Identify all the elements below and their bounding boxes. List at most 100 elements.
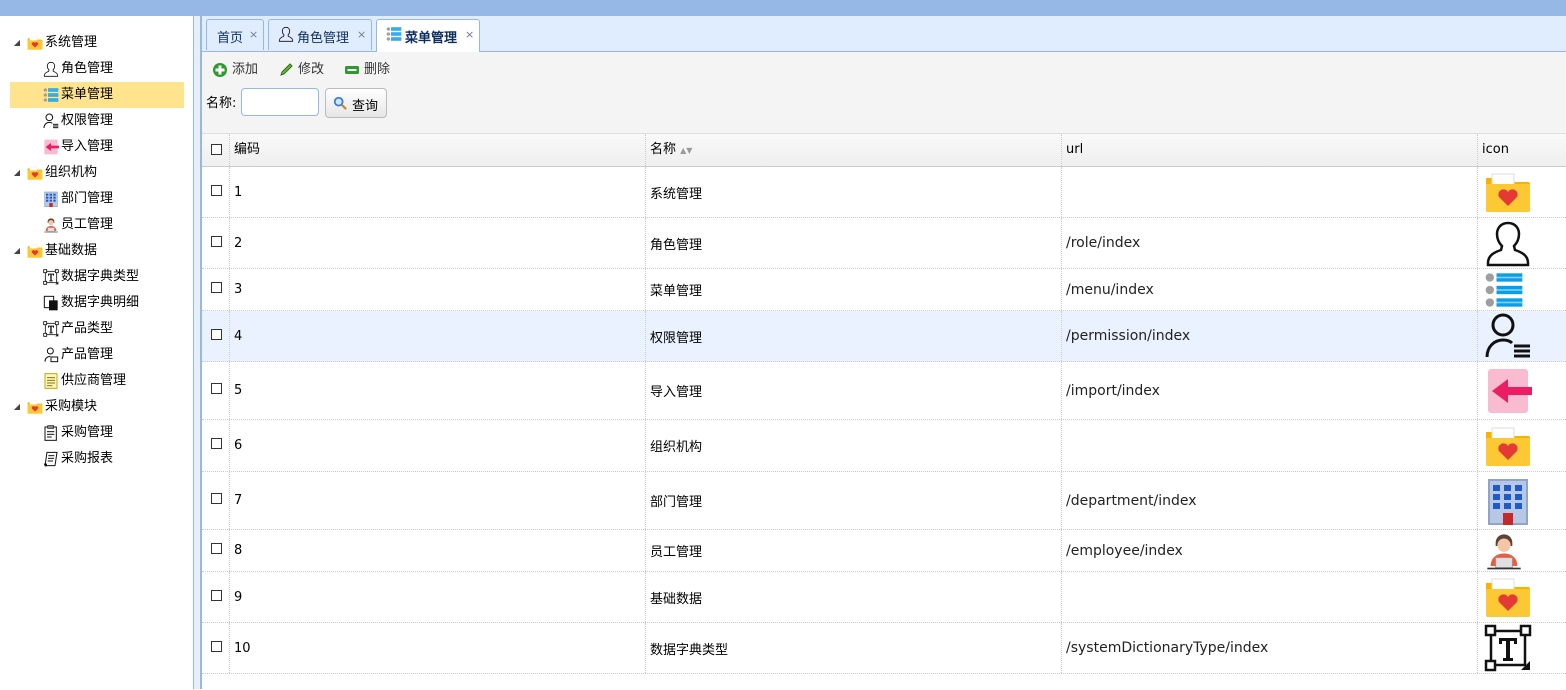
header-code[interactable]: 编码 <box>230 134 646 166</box>
sort-icon: ▲▼ <box>680 146 693 155</box>
row-checkbox[interactable] <box>211 543 222 554</box>
select-all-checkbox[interactable] <box>211 144 222 155</box>
row-checkbox-cell <box>202 420 230 471</box>
cell-name-text: 基础数据 <box>650 591 703 607</box>
cell-code: 9 <box>230 572 646 622</box>
table-row[interactable]: 4 权限管理/permission/index <box>202 311 1566 362</box>
tree-leaf-node[interactable]: 数据字典明细 <box>0 290 193 316</box>
tab-close-icon[interactable]: × <box>249 28 258 41</box>
tree-node-label: 导入管理 <box>61 139 114 154</box>
tree-node-label: 采购模块 <box>45 399 98 414</box>
expand-toggle-icon[interactable]: ◢ <box>12 394 22 420</box>
cell-code-text: 5 <box>234 383 243 398</box>
header-icon[interactable]: icon <box>1478 134 1566 166</box>
expand-toggle-icon[interactable]: ◢ <box>12 238 22 264</box>
product-user-icon <box>43 347 59 363</box>
cell-icon <box>1478 218 1566 268</box>
add-button[interactable]: 添加 <box>212 60 274 80</box>
tree-group-node[interactable]: ◢ 组织机构 <box>0 160 193 186</box>
tree-leaf-node[interactable]: 供应商管理 <box>0 368 193 394</box>
row-checkbox[interactable] <box>211 438 222 449</box>
tab-home[interactable]: 首页 × <box>206 19 264 50</box>
tab-close-icon[interactable]: × <box>357 28 366 41</box>
add-icon <box>212 62 228 78</box>
building-icon <box>1484 477 1532 525</box>
tree-group-node[interactable]: ◢ 采购模块 <box>0 394 193 420</box>
tree-node-label: 系统管理 <box>45 35 98 50</box>
cell-url: /menu/index <box>1062 269 1478 310</box>
row-checkbox[interactable] <box>211 282 222 293</box>
tab-role-management[interactable]: 角色管理 × <box>268 19 372 50</box>
expand-toggle-icon[interactable]: ◢ <box>12 30 22 56</box>
row-checkbox[interactable] <box>211 493 222 504</box>
tree-leaf-node[interactable]: 数据字典类型 <box>0 264 193 290</box>
cell-url <box>1062 167 1478 217</box>
tree-leaf-node[interactable]: 采购管理 <box>0 420 193 446</box>
header-url[interactable]: url <box>1062 134 1478 166</box>
expand-toggle-icon[interactable]: ◢ <box>12 160 22 186</box>
cell-code-text: 10 <box>234 640 251 656</box>
table-row[interactable]: 1 系统管理 <box>202 167 1566 218</box>
user-permission-icon <box>43 113 59 129</box>
row-checkbox[interactable] <box>211 383 222 394</box>
tree-node-label: 组织机构 <box>45 165 98 180</box>
table-row[interactable]: 2 角色管理/role/index <box>202 218 1566 269</box>
tree-leaf-node[interactable]: 权限管理 <box>0 108 193 134</box>
cell-icon <box>1478 472 1566 529</box>
folder-heart-icon <box>27 399 43 415</box>
search-button[interactable]: 查询 <box>325 88 387 118</box>
row-checkbox[interactable] <box>211 185 222 196</box>
tree-group-node[interactable]: ◢ 基础数据 <box>0 238 193 264</box>
row-checkbox[interactable] <box>211 329 222 340</box>
table-row[interactable]: 9 基础数据 <box>202 572 1566 623</box>
delete-button[interactable]: 删除 <box>344 60 406 80</box>
cell-name-text: 菜单管理 <box>650 284 703 299</box>
tree-leaf-node[interactable]: 采购报表 <box>0 446 193 472</box>
row-checkbox[interactable] <box>211 641 222 652</box>
cell-code: 8 <box>230 530 646 571</box>
tree-leaf-node[interactable]: 部门管理 <box>0 186 193 212</box>
cell-code-text: 2 <box>234 235 243 251</box>
header-name-label: 名称 <box>650 142 677 157</box>
cell-url: /import/index <box>1062 362 1478 419</box>
row-checkbox[interactable] <box>211 236 222 247</box>
cell-icon <box>1478 167 1566 217</box>
tree-group-node[interactable]: ◢ 系统管理 <box>0 30 193 56</box>
tab-menu-management[interactable]: 菜单管理 × <box>376 19 480 52</box>
table-row[interactable]: 3 菜单管理/menu/index <box>202 269 1566 311</box>
tree-leaf-node[interactable]: 产品管理 <box>0 342 193 368</box>
tree-leaf-node[interactable]: 导入管理 <box>0 134 193 160</box>
cell-name: 员工管理 <box>646 530 1062 571</box>
tree-leaf-node[interactable]: 角色管理 <box>0 56 193 82</box>
cell-name: 角色管理 <box>646 218 1062 268</box>
table-row[interactable]: 5 导入管理/import/index <box>202 362 1566 420</box>
tree-leaf-node[interactable]: 员工管理 <box>0 212 193 238</box>
table-row[interactable]: 8 员工管理/employee/index <box>202 530 1566 572</box>
menu-list-icon <box>43 87 59 103</box>
folder-heart-icon <box>1484 573 1532 621</box>
cell-name: 权限管理 <box>646 311 1062 361</box>
table-row[interactable]: 10 数据字典类型/systemDictionaryType/index <box>202 623 1566 674</box>
tree-node-label: 权限管理 <box>61 113 114 128</box>
cell-code: 5 <box>230 362 646 419</box>
search-name-input[interactable] <box>241 88 319 116</box>
grid-header: 编码 名称 ▲▼ url icon <box>202 134 1566 167</box>
documents-icon <box>43 295 59 311</box>
tab-label: 菜单管理 <box>405 31 458 46</box>
tree-node-label: 基础数据 <box>45 243 98 258</box>
cell-icon <box>1478 623 1566 673</box>
tree-leaf-node[interactable]: 菜单管理 <box>10 82 184 108</box>
row-checkbox-cell <box>202 269 230 310</box>
cell-code: 7 <box>230 472 646 529</box>
table-row[interactable]: 7 部门管理/department/index <box>202 472 1566 530</box>
tab-close-icon[interactable]: × <box>465 28 474 41</box>
user-outline-icon <box>43 61 59 77</box>
cell-code-text: 7 <box>234 493 243 508</box>
header-name[interactable]: 名称 ▲▼ <box>646 134 1062 166</box>
menu-tree: ◢ 系统管理 角色管理 菜单管理 权限管理 导入管理 ◢ 组织机构 部门管理 员工管理 ◢ 基础数据数… <box>0 30 193 472</box>
table-row[interactable]: 6 组织机构 <box>202 420 1566 472</box>
edit-button[interactable]: 修改 <box>278 60 340 80</box>
cell-name-text: 部门管理 <box>650 495 703 510</box>
tree-leaf-node[interactable]: 产品类型 <box>0 316 193 342</box>
row-checkbox[interactable] <box>211 590 222 601</box>
